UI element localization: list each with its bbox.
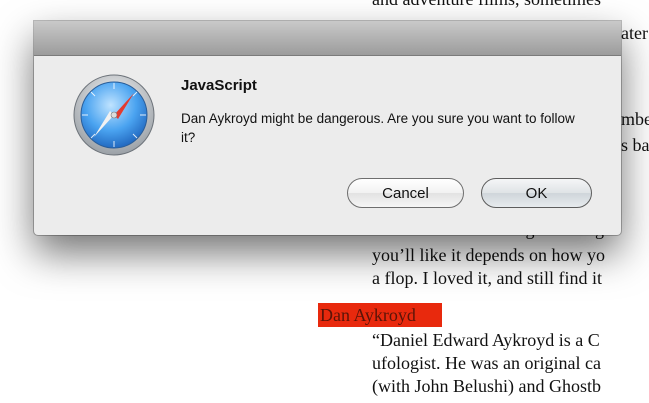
text-line: mbe: [621, 109, 649, 129]
safari-compass-icon: [73, 74, 155, 156]
text-line: s ba: [621, 135, 649, 155]
highlighted-link[interactable]: Dan Aykroyd: [318, 303, 442, 327]
dialog-titlebar: [34, 21, 621, 56]
text-line: a flop. I loved it, and still find it: [372, 268, 602, 288]
text-line: ater: [621, 23, 648, 43]
text-line: and adventure films, sometimes: [372, 0, 601, 10]
text-line: you’ll like it depends on how yo: [372, 245, 605, 265]
dialog-message: Dan Aykroyd might be dangerous. Are you …: [181, 111, 575, 145]
text-line: “Daniel Edward Aykroyd is a C: [372, 330, 600, 350]
text-line: ufologist. He was an original ca: [372, 353, 601, 373]
confirm-dialog: JavaScript Dan Aykroyd might be dangerou…: [34, 21, 621, 235]
dialog-title: JavaScript: [181, 77, 257, 94]
ok-button[interactable]: OK: [481, 178, 592, 208]
cancel-button[interactable]: Cancel: [347, 178, 464, 208]
text-line: (with John Belushi) and Ghostb: [372, 376, 601, 396]
